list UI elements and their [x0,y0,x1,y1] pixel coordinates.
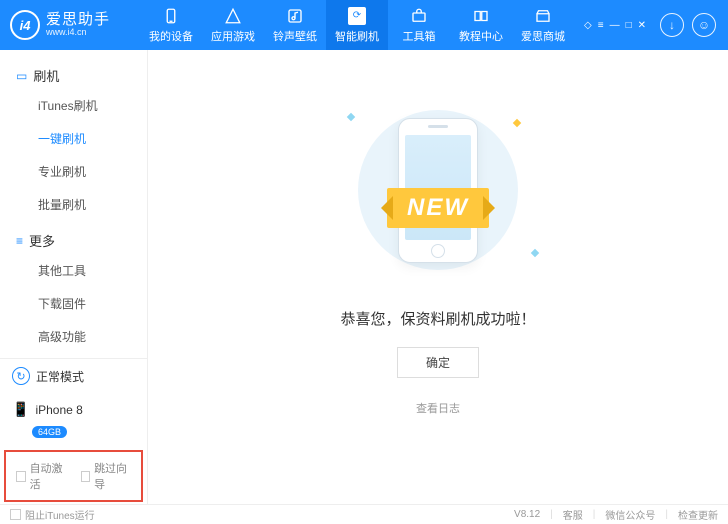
block-itunes-checkbox[interactable]: 阻止iTunes运行 [10,507,95,522]
device-name: iPhone 8 [35,403,82,417]
view-log-link[interactable]: 查看日志 [416,400,460,416]
sidebar-group-flash[interactable]: ▭ 刷机 [0,56,147,89]
sidebar: ▭ 刷机 iTunes刷机 一键刷机 专业刷机 批量刷机 ≡ 更多 其他工具 下… [0,50,148,504]
checkbox-icon [16,471,26,482]
sidebar-item-batch[interactable]: 批量刷机 [0,188,147,221]
nav-tutorial[interactable]: 教程中心 [450,0,512,50]
account-button[interactable]: ☺ [692,13,716,37]
top-right: ◇≡—□✕ ↓ ☺ [584,13,728,37]
auto-activate-checkbox[interactable]: 自动激活 [16,460,67,492]
refresh-icon: ⟳ [348,7,366,25]
checkbox-icon [81,471,91,482]
version-label: V8.12 [514,509,540,520]
device-icon: 📱 [12,401,29,418]
sidebar-item-oneclick[interactable]: 一键刷机 [0,122,147,155]
sidebar-item-other[interactable]: 其他工具 [0,254,147,287]
mode-row[interactable]: ↻ 正常模式 [0,359,147,393]
skip-wizard-checkbox[interactable]: 跳过向导 [81,460,132,492]
sidebar-item-advanced[interactable]: 高级功能 [0,320,147,353]
logo-mark-icon: i4 [10,10,40,40]
success-message: 恭喜您，保资料刷机成功啦！ [340,308,535,329]
nav-toolbox[interactable]: 工具箱 [388,0,450,50]
phone-icon [162,7,180,25]
top-nav: 我的设备 应用游戏 铃声壁纸 ⟳ 智能刷机 工具箱 教程中心 爱思商城 [140,0,574,50]
window-controls[interactable]: ◇≡—□✕ [584,20,646,31]
sidebar-item-itunes[interactable]: iTunes刷机 [0,89,147,122]
nav-apps[interactable]: 应用游戏 [202,0,264,50]
apps-icon [224,7,242,25]
book-icon [472,7,490,25]
topbar: i4 爱思助手 www.i4.cn 我的设备 应用游戏 铃声壁纸 ⟳ 智能刷机 … [0,0,728,50]
music-icon [286,7,304,25]
new-ribbon: NEW [387,188,489,228]
sidebar-bottom: ↻ 正常模式 📱 iPhone 8 64GB 自动激活 跳过向导 [0,358,147,504]
options-box: 自动激活 跳过向导 [4,450,143,502]
body: ▭ 刷机 iTunes刷机 一键刷机 专业刷机 批量刷机 ≡ 更多 其他工具 下… [0,50,728,504]
app-subtitle: www.i4.cn [46,28,110,38]
download-button[interactable]: ↓ [660,13,684,37]
main-content: NEW 恭喜您，保资料刷机成功啦！ 确定 查看日志 [148,50,728,504]
checkbox-icon [10,509,21,520]
mode-icon: ↻ [12,367,30,385]
app-title: 爱思助手 [46,12,110,29]
wechat-link[interactable]: 微信公众号 [605,507,655,522]
sidebar-item-pro[interactable]: 专业刷机 [0,155,147,188]
list-icon: ≡ [16,234,23,248]
nav-store[interactable]: 爱思商城 [512,0,574,50]
phone-outline-icon: ▭ [16,69,27,83]
nav-flash[interactable]: ⟳ 智能刷机 [326,0,388,50]
sidebar-group-more[interactable]: ≡ 更多 [0,221,147,254]
success-illustration: NEW [328,100,548,280]
toolbox-icon [410,7,428,25]
support-link[interactable]: 客服 [563,507,583,522]
logo[interactable]: i4 爱思助手 www.i4.cn [0,10,140,40]
nav-my-device[interactable]: 我的设备 [140,0,202,50]
nav-ringtone[interactable]: 铃声壁纸 [264,0,326,50]
device-row[interactable]: 📱 iPhone 8 64GB [0,393,147,446]
store-icon [534,7,552,25]
footer: 阻止iTunes运行 V8.12| 客服| 微信公众号| 检查更新 [0,504,728,524]
sidebar-item-firmware[interactable]: 下载固件 [0,287,147,320]
storage-badge: 64GB [32,426,67,438]
update-link[interactable]: 检查更新 [678,507,718,522]
ok-button[interactable]: 确定 [397,347,479,378]
